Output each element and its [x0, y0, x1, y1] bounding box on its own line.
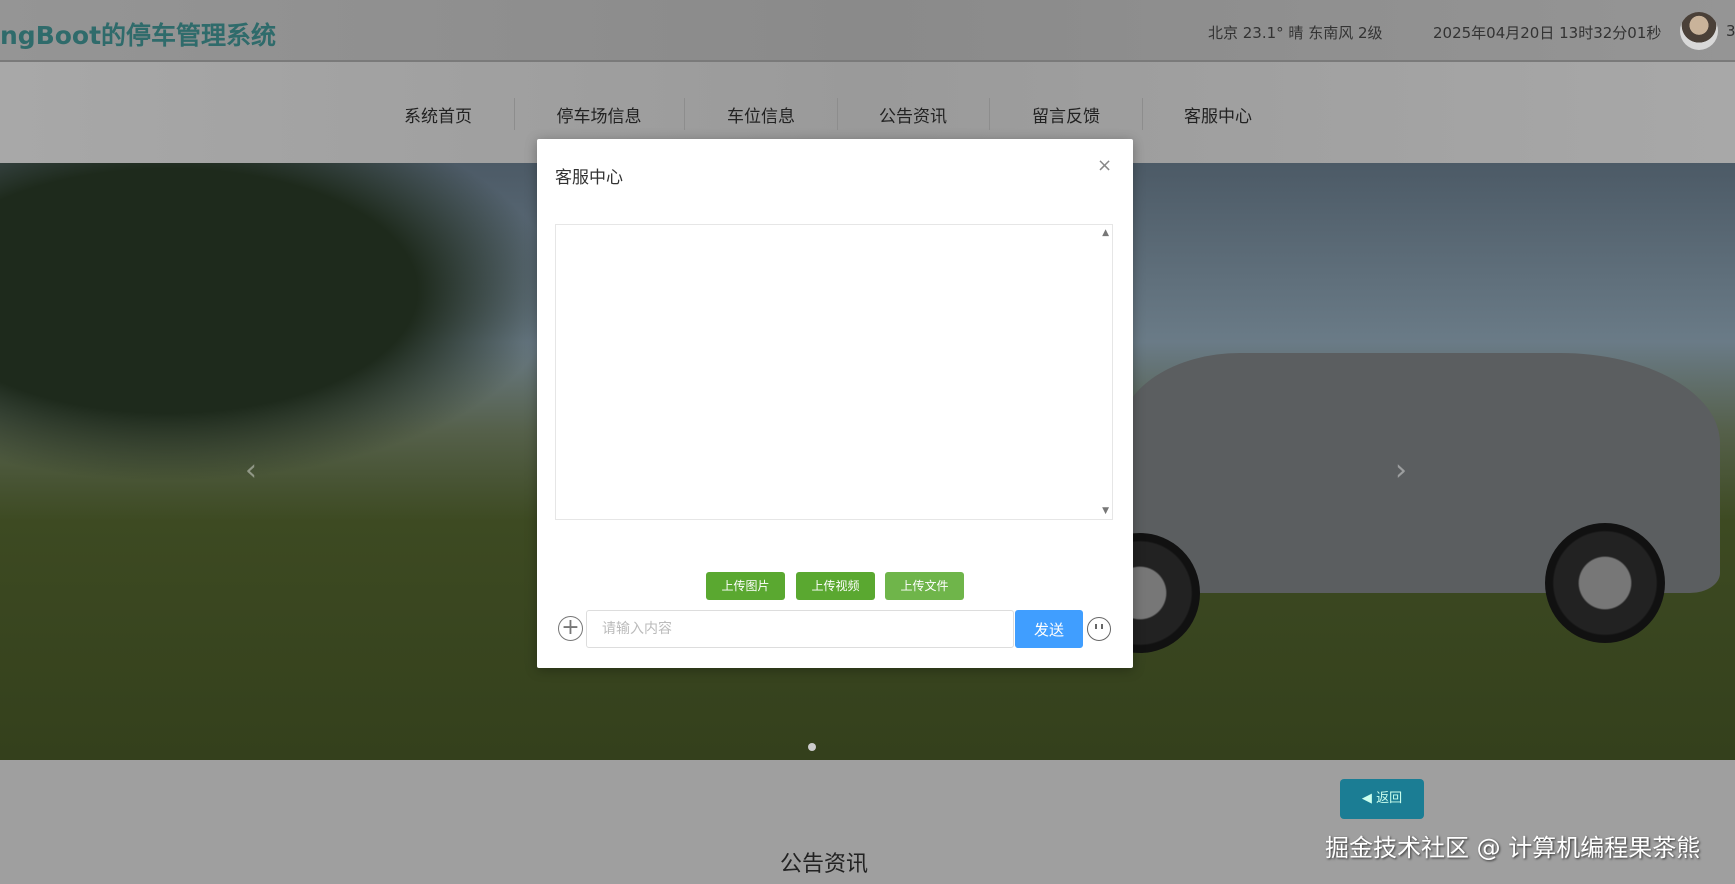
car-wheel — [1545, 523, 1665, 643]
upload-file-button[interactable]: 上传文件 — [885, 572, 964, 600]
message-input[interactable] — [586, 610, 1014, 648]
nav-parking-lot[interactable]: 停车场信息 — [557, 102, 642, 127]
send-button[interactable]: 发送 — [1015, 610, 1083, 648]
scroll-down-icon[interactable]: ▼ — [1102, 506, 1109, 516]
caret-left-icon: ◀ — [1361, 791, 1377, 806]
carousel-prev-icon[interactable]: ‹ — [245, 453, 257, 488]
nav-parking-space[interactable]: 车位信息 — [727, 102, 795, 127]
content-area: ◀ 返回 公告资讯 掘金技术社区 @ 计算机编程果茶熊 — [0, 760, 1735, 884]
customer-service-dialog: 客服中心 × ▲ ▼ 上传图片 上传视频 上传文件 + 发送 — [537, 139, 1133, 668]
weather-info: 北京 23.1° 晴 东南风 2级 — [1208, 24, 1383, 42]
upload-image-button[interactable]: 上传图片 — [706, 572, 785, 600]
nav-divider — [684, 98, 685, 130]
username-fragment: 3 — [1726, 22, 1735, 40]
datetime: 2025年04月20日 13时32分01秒 — [1433, 24, 1662, 42]
back-button[interactable]: ◀ 返回 — [1340, 779, 1424, 819]
upload-video-button[interactable]: 上传视频 — [796, 572, 875, 600]
site-title: ngBoot的停车管理系统 — [0, 21, 277, 50]
dialog-title: 客服中心 — [555, 168, 623, 188]
watermark: 掘金技术社区 @ 计算机编程果茶熊 — [1325, 834, 1701, 862]
nav-divider — [989, 98, 990, 130]
carousel-next-icon[interactable]: › — [1395, 453, 1407, 488]
banner-trees — [0, 163, 560, 483]
carousel-indicator[interactable] — [808, 743, 816, 751]
avatar[interactable] — [1680, 12, 1718, 50]
nav-divider — [514, 98, 515, 130]
nav-divider — [837, 98, 838, 130]
plus-icon[interactable]: + — [558, 616, 583, 641]
nav-home[interactable]: 系统首页 — [404, 102, 472, 127]
chat-messages[interactable]: ▲ ▼ — [555, 224, 1113, 520]
section-title: 公告资讯 — [780, 852, 869, 877]
emoji-icon[interactable] — [1087, 617, 1111, 641]
nav-divider — [1142, 98, 1143, 130]
close-icon[interactable]: × — [1097, 155, 1112, 176]
nav-customer-service[interactable]: 客服中心 — [1184, 102, 1252, 127]
top-header: ngBoot的停车管理系统 北京 23.1° 晴 东南风 2级 2025年04月… — [0, 0, 1735, 62]
nav-feedback[interactable]: 留言反馈 — [1032, 102, 1100, 127]
nav-announcements[interactable]: 公告资讯 — [879, 102, 947, 127]
scroll-up-icon[interactable]: ▲ — [1102, 228, 1109, 238]
